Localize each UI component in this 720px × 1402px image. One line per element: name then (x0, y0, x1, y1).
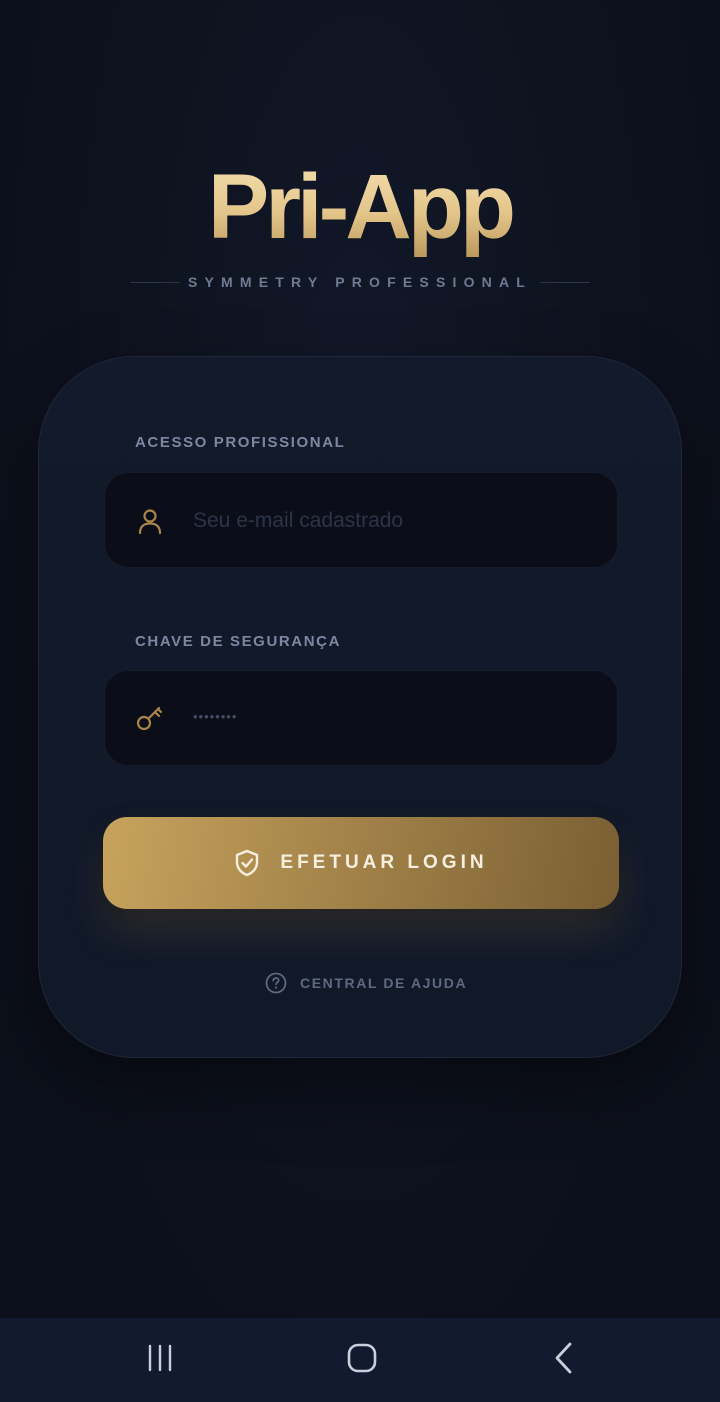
login-button-label: EFETUAR LOGIN (280, 852, 488, 873)
subtitle-row: SYMMETRY PROFESSIONAL (130, 272, 590, 292)
password-value: •••••••• (193, 709, 238, 724)
login-screen: Pri-App SYMMETRY PROFESSIONAL ACESSO PRO… (0, 0, 720, 1402)
back-icon (552, 1341, 576, 1380)
app-title: Pri-App (0, 152, 720, 262)
email-placeholder: Seu e-mail cadastrado (193, 509, 404, 532)
help-link-label: CENTRAL DE AJUDA (300, 975, 468, 991)
login-button[interactable]: EFETUAR LOGIN (103, 817, 619, 909)
password-label: CHAVE DE SEGURANÇA (135, 633, 342, 650)
home-icon (346, 1342, 378, 1379)
user-icon (135, 506, 165, 536)
back-button[interactable] (504, 1318, 624, 1402)
app-subtitle: SYMMETRY PROFESSIONAL (187, 274, 533, 290)
question-circle-icon (265, 972, 287, 994)
divider-right (540, 281, 590, 283)
login-card: ACESSO PROFISSIONAL Seu e-mail cadastrad… (38, 356, 682, 1058)
system-navigation-bar (0, 1318, 720, 1402)
divider-left (130, 281, 180, 283)
key-icon (135, 704, 165, 734)
recent-apps-button[interactable] (100, 1318, 220, 1402)
password-field[interactable]: •••••••• (104, 670, 618, 766)
shield-check-icon (234, 849, 260, 877)
recent-apps-icon (145, 1343, 175, 1378)
email-field[interactable]: Seu e-mail cadastrado (104, 472, 618, 568)
home-button[interactable] (302, 1318, 422, 1402)
help-link[interactable]: CENTRAL DE AJUDA (265, 971, 467, 995)
email-label: ACESSO PROFISSIONAL (135, 434, 346, 451)
